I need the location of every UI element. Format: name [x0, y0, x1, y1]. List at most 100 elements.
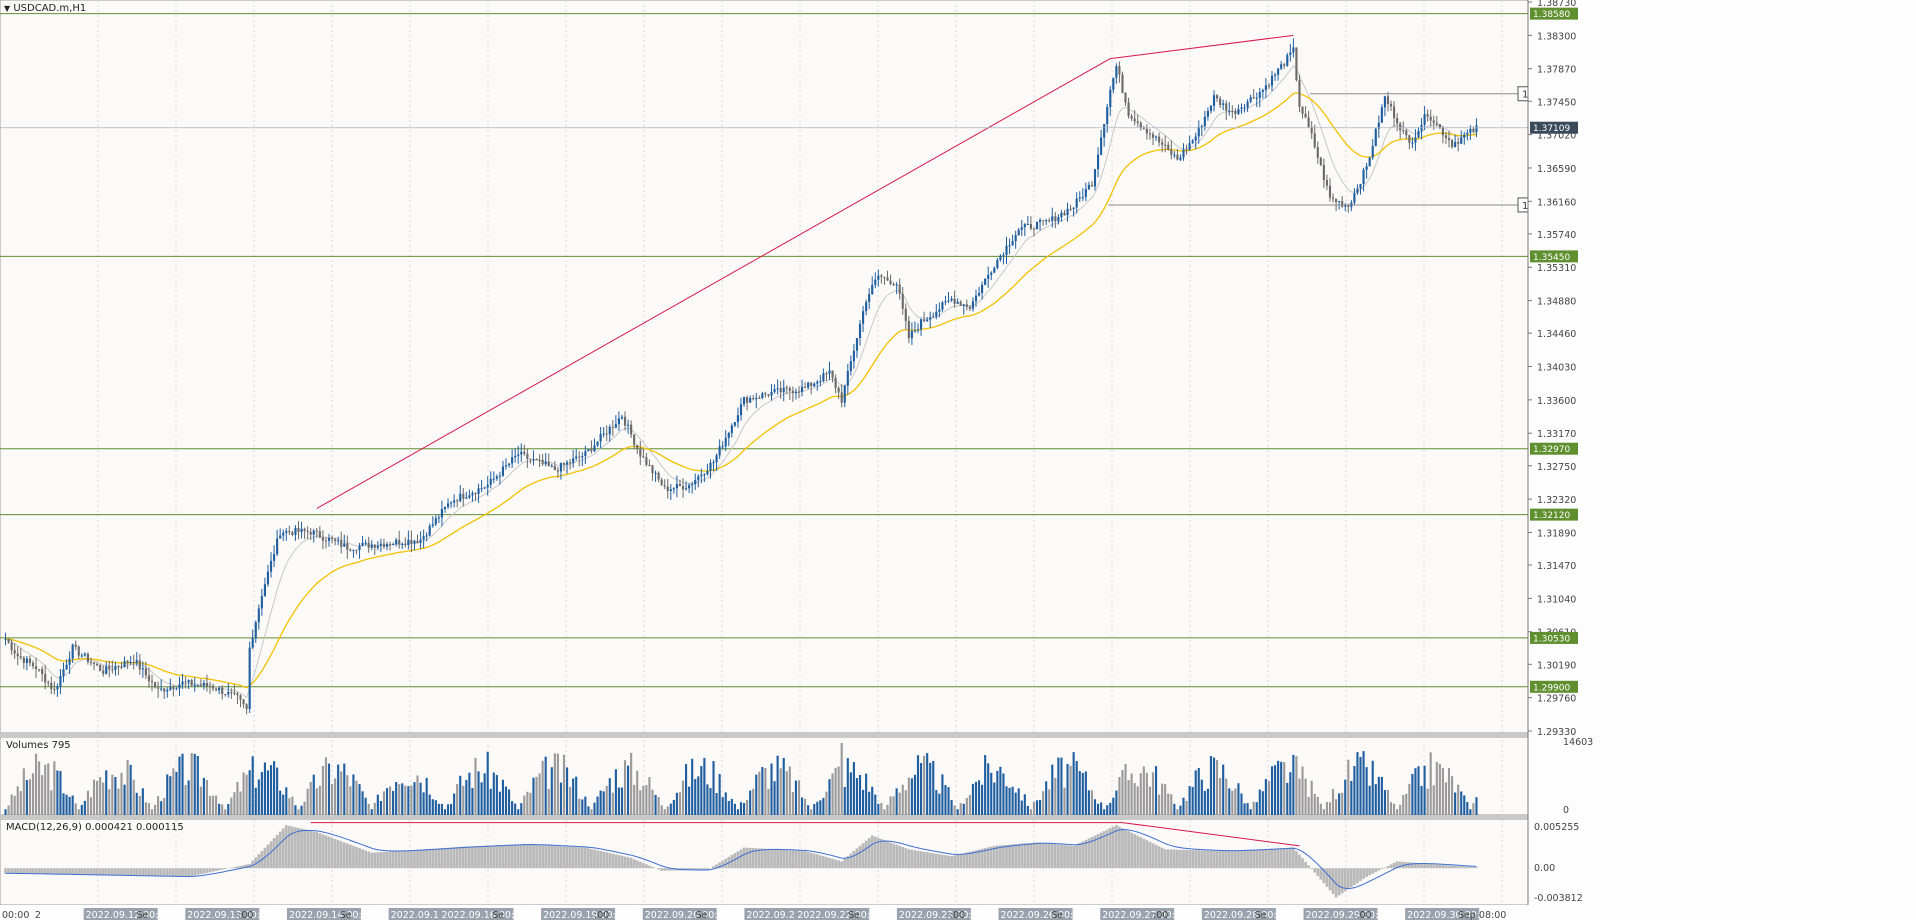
- macd-histogram-bar: [886, 841, 889, 869]
- chart-window[interactable]: 1.380001.370001.360001.350001.340001.330…: [0, 0, 1916, 920]
- volume-bar: [700, 766, 703, 815]
- candle-body: [788, 388, 791, 391]
- candle-body: [86, 653, 89, 663]
- macd-histogram-bar: [1179, 849, 1182, 869]
- candle-body: [715, 455, 718, 463]
- volume-bar: [117, 788, 120, 815]
- volume-bar: [233, 792, 236, 815]
- volume-bar: [65, 794, 68, 815]
- volume-bar: [465, 779, 468, 815]
- candle-body: [1289, 52, 1292, 55]
- candle-body: [874, 279, 877, 285]
- volume-bar: [419, 782, 422, 815]
- volume-bar: [858, 774, 862, 815]
- candle-body: [1176, 154, 1179, 160]
- candle-body: [1222, 103, 1225, 105]
- volume-bar: [1423, 765, 1426, 815]
- volume-bar: [1383, 790, 1386, 815]
- candle-body: [858, 323, 862, 339]
- volume-bar: [953, 805, 956, 815]
- volume-bar: [1270, 766, 1274, 815]
- candle-body: [218, 687, 221, 691]
- volume-bar: [202, 777, 205, 815]
- macd-histogram-bar: [1124, 829, 1127, 869]
- volume-bar: [1020, 800, 1023, 815]
- collapse-triangle-icon[interactable]: ▼: [4, 4, 10, 13]
- volume-bar: [1289, 772, 1292, 815]
- candle-body: [471, 493, 474, 496]
- macd-histogram-bar: [526, 844, 529, 869]
- volume-bar: [1048, 789, 1051, 815]
- macd-histogram-bar: [1172, 849, 1176, 869]
- volume-bar: [1130, 773, 1133, 815]
- candle-body: [504, 465, 508, 467]
- volume-bar: [642, 785, 645, 815]
- macd-histogram-bar: [1069, 845, 1072, 869]
- macd-histogram-bar: [1362, 868, 1365, 879]
- level-price-tag-label: 1.30530: [1533, 634, 1570, 644]
- volume-bar: [163, 798, 166, 815]
- volume-bar: [364, 797, 367, 815]
- volume-bar: [486, 751, 489, 815]
- candle-body: [65, 664, 68, 670]
- macd-histogram-bar: [1392, 862, 1396, 869]
- macd-histogram-bar: [733, 853, 737, 869]
- macd-histogram-bar: [461, 846, 465, 869]
- macd-histogram-bar: [587, 848, 590, 869]
- volume-bar: [340, 771, 343, 815]
- candle-body: [462, 493, 465, 499]
- time-axis: 00:00 2 2022.09.12 00:00Se 2022.09.13 00:00…: [0, 905, 1916, 920]
- candle-body: [987, 274, 990, 279]
- volume-bar: [794, 780, 797, 815]
- volume-bar: [422, 792, 425, 815]
- macd-histogram-bar: [666, 868, 670, 871]
- candle-body: [642, 456, 645, 458]
- volume-bar: [993, 782, 996, 815]
- volume-bar: [971, 783, 975, 815]
- candle-body: [1185, 149, 1188, 151]
- axis-tick-label: 1.35740: [1537, 230, 1576, 241]
- macd-histogram-bar: [266, 844, 270, 869]
- candle-body: [1460, 137, 1463, 144]
- macd-histogram-bar: [1133, 834, 1137, 869]
- volume-bar: [129, 764, 132, 815]
- volume-bar: [1035, 800, 1039, 815]
- volume-bar: [1246, 803, 1249, 815]
- volume-bar: [654, 794, 657, 815]
- macd-histogram-bar: [1038, 842, 1042, 869]
- candle-body: [456, 500, 459, 502]
- candle-body: [446, 503, 450, 507]
- volume-bar: [211, 795, 215, 815]
- candle-body: [373, 544, 376, 548]
- macd-histogram-bar: [193, 868, 197, 876]
- macd-histogram-bar: [477, 846, 480, 869]
- volume-bar: [944, 784, 947, 815]
- volume-bar: [1011, 786, 1014, 815]
- axis-tick-label: 1.31890: [1537, 528, 1576, 539]
- candle-body: [254, 622, 257, 639]
- candle-body: [1212, 95, 1216, 106]
- volume-bar: [321, 765, 324, 815]
- candle-body: [1411, 142, 1414, 144]
- macd-histogram-bar: [449, 847, 453, 869]
- volume-bar: [834, 767, 837, 815]
- macd-histogram-bar: [275, 834, 279, 869]
- volume-bar: [1304, 778, 1307, 815]
- macd-histogram-bar: [1298, 854, 1301, 869]
- macd-histogram-bar: [635, 860, 639, 869]
- volume-bar: [1063, 787, 1066, 815]
- candle-body: [306, 531, 309, 533]
- volume-bar: [276, 767, 279, 815]
- volume-bar: [1426, 788, 1429, 815]
- symbol-title[interactable]: ▼ USDCAD.m,H1: [4, 3, 86, 14]
- main-pane: [0, 0, 1529, 734]
- volume-bar: [157, 796, 160, 815]
- macd-histogram-bar: [1002, 845, 1005, 869]
- macd-histogram-bar: [211, 868, 215, 872]
- volume-bar: [572, 778, 575, 815]
- candle-body: [572, 458, 575, 463]
- macd-histogram-bar: [153, 868, 157, 877]
- candle-body: [1103, 124, 1106, 138]
- volume-bar: [193, 753, 196, 815]
- volume-bar: [1127, 780, 1130, 815]
